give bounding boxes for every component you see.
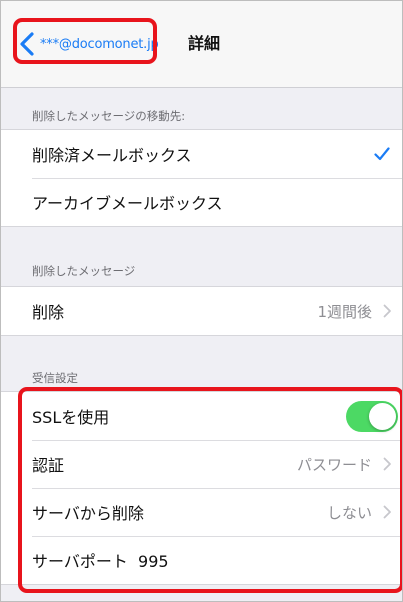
incoming-settings-group: SSLを使用 認証 パスワード サーバから削除 しない サーバポート 995 (1, 391, 402, 585)
ssl-row: SSLを使用 (1, 392, 402, 440)
back-button-label: ***@docomonet.jp (40, 36, 159, 52)
auth-row[interactable]: 認証 パスワード (1, 440, 402, 488)
server-port-value[interactable]: 995 (138, 552, 169, 571)
checkmark-icon (374, 147, 390, 161)
chevron-right-icon (383, 304, 391, 318)
toggle-knob (369, 402, 396, 430)
ssl-label: SSLを使用 (32, 408, 110, 427)
auth-label: 認証 (32, 456, 65, 475)
page-title: 詳細 (188, 34, 221, 53)
delete-from-server-value: しない (326, 503, 372, 522)
option-label: 削除済メールボックス (32, 146, 192, 165)
chevron-right-icon (383, 457, 391, 471)
option-deleted-mailbox[interactable]: 削除済メールボックス (1, 130, 402, 178)
ssl-toggle[interactable] (346, 400, 398, 432)
delete-timing-value: 1週間後 (317, 302, 372, 321)
deleted-destination-group: 削除済メールボックス アーカイブメールボックス (1, 129, 402, 227)
deleted-messages-group: 削除 1週間後 (1, 286, 402, 336)
section-header-deleted-messages: 削除したメッセージ (32, 264, 136, 278)
section-header-incoming: 受信設定 (32, 371, 78, 385)
chevron-left-icon (20, 32, 34, 56)
navigation-bar: ***@docomonet.jp 詳細 (1, 1, 402, 88)
option-label: アーカイブメールボックス (32, 194, 223, 213)
server-port-label: サーバポート 995 (32, 548, 169, 572)
section-header-deleted-destination: 削除したメッセージの移動先: (32, 109, 186, 123)
delete-timing-row[interactable]: 削除 1週間後 (1, 287, 402, 335)
option-archive-mailbox[interactable]: アーカイブメールボックス (1, 178, 402, 226)
server-port-label-text: サーバポート (32, 552, 128, 571)
chevron-right-icon (383, 505, 391, 519)
auth-value: パスワード (296, 455, 372, 474)
delete-from-server-row[interactable]: サーバから削除 しない (1, 488, 402, 536)
delete-timing-label: 削除 (32, 303, 65, 322)
mail-account-advanced-settings: ***@docomonet.jp 詳細 削除したメッセージの移動先: 削除済メー… (0, 0, 403, 602)
server-port-row[interactable]: サーバポート 995 (1, 536, 402, 584)
back-button[interactable]: ***@docomonet.jp (18, 29, 159, 59)
delete-from-server-label: サーバから削除 (32, 504, 144, 523)
